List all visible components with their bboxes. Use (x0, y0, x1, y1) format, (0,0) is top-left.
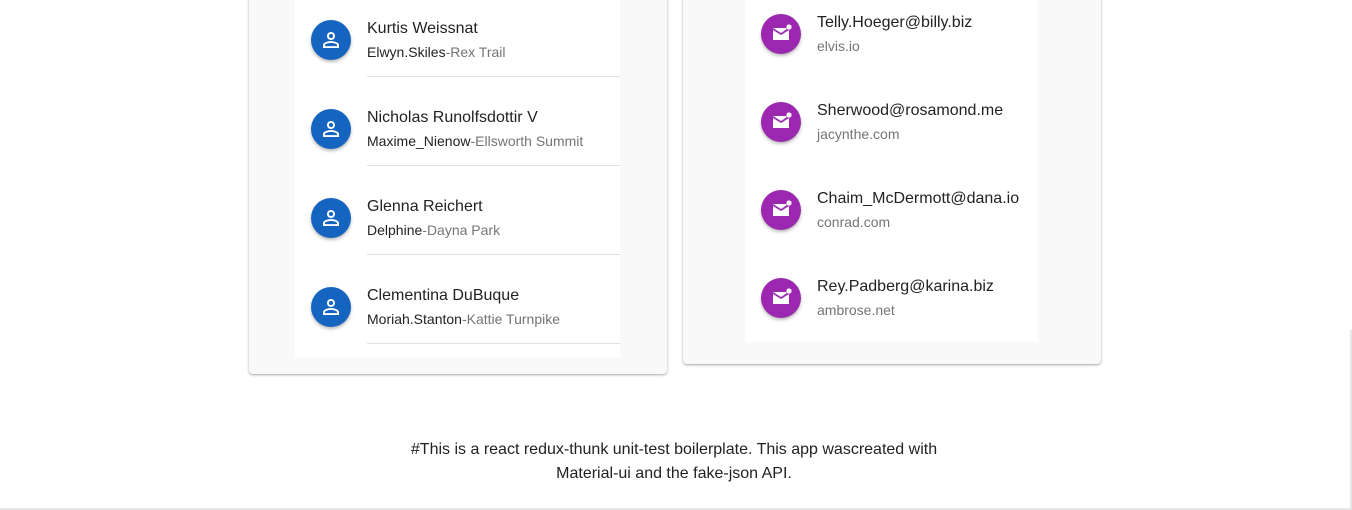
list-item[interactable]: Glenna Reichert Delphine-Dayna Park (295, 178, 620, 267)
user-street: Kattie Turnpike (466, 311, 561, 327)
mail-icon (769, 198, 793, 222)
emails-card: Telly.Hoeger@billy.biz elvis.io Sherwood… (683, 0, 1101, 364)
divider (367, 343, 620, 344)
email-avatar (761, 278, 801, 318)
email-address: Rey.Padberg@karina.biz (817, 278, 994, 295)
footer-line-1: #This is a react redux-thunk unit-test b… (410, 441, 938, 458)
footer-line-2: Material-ui and the fake-json API. (556, 465, 792, 482)
list-item[interactable]: Rey.Padberg@karina.biz ambrose.net (745, 264, 1038, 352)
user-name: Kurtis Weissnat (367, 20, 478, 37)
user-name: Nicholas Runolfsdottir V (367, 109, 538, 126)
divider (367, 254, 620, 255)
mail-icon (769, 110, 793, 134)
users-card: Kurtis Weissnat Elwyn.Skiles-Rex Trail N… (249, 0, 667, 374)
email-avatar (761, 190, 801, 230)
list-item[interactable]: Telly.Hoeger@billy.biz elvis.io (745, 0, 1038, 88)
user-avatar (311, 198, 351, 238)
user-avatar (311, 287, 351, 327)
divider (367, 76, 620, 77)
user-street: Dayna Park (426, 222, 501, 238)
user-avatar (311, 20, 351, 60)
divider (367, 165, 620, 166)
user-details: Moriah.Stanton-Kattie Turnpike (367, 310, 560, 328)
email-avatar (761, 102, 801, 142)
person-icon (319, 117, 343, 141)
list-item[interactable]: Chaim_McDermott@dana.io conrad.com (745, 176, 1038, 264)
footer-description: #This is a react redux-thunk unit-test b… (350, 438, 998, 486)
email-website: ambrose.net (817, 302, 895, 318)
user-street: Ellsworth Summit (475, 133, 584, 149)
person-icon (319, 295, 343, 319)
user-details: Delphine-Dayna Park (367, 221, 500, 239)
email-address: Chaim_McDermott@dana.io (817, 190, 1020, 207)
list-item[interactable]: Sherwood@rosamond.me jacynthe.com (745, 88, 1038, 176)
list-item[interactable]: Nicholas Runolfsdottir V Maxime_Nienow-E… (295, 89, 620, 178)
user-details: Elwyn.Skiles-Rex Trail (367, 43, 506, 61)
person-icon (319, 206, 343, 230)
list-item[interactable]: Kurtis Weissnat Elwyn.Skiles-Rex Trail (295, 0, 620, 89)
user-username: Elwyn.Skiles (367, 44, 446, 60)
email-website: elvis.io (817, 38, 860, 54)
user-avatar (311, 109, 351, 149)
user-name: Glenna Reichert (367, 198, 483, 215)
user-street: Rex Trail (450, 44, 506, 60)
email-address: Telly.Hoeger@billy.biz (817, 14, 973, 31)
person-icon (319, 28, 343, 52)
emails-list: Telly.Hoeger@billy.biz elvis.io Sherwood… (745, 0, 1038, 342)
list-item[interactable]: Clementina DuBuque Moriah.Stanton-Kattie… (295, 267, 620, 356)
email-website: jacynthe.com (817, 126, 900, 142)
email-address: Sherwood@rosamond.me (817, 102, 1004, 119)
user-username: Moriah.Stanton (367, 311, 462, 327)
user-username: Maxime_Nienow (367, 133, 471, 149)
email-avatar (761, 14, 801, 54)
email-website: conrad.com (817, 214, 891, 230)
user-details: Maxime_Nienow-Ellsworth Summit (367, 132, 583, 150)
users-list: Kurtis Weissnat Elwyn.Skiles-Rex Trail N… (295, 0, 620, 358)
mail-icon (769, 286, 793, 310)
user-name: Clementina DuBuque (367, 287, 520, 304)
user-username: Delphine (367, 222, 423, 238)
mail-icon (769, 22, 793, 46)
